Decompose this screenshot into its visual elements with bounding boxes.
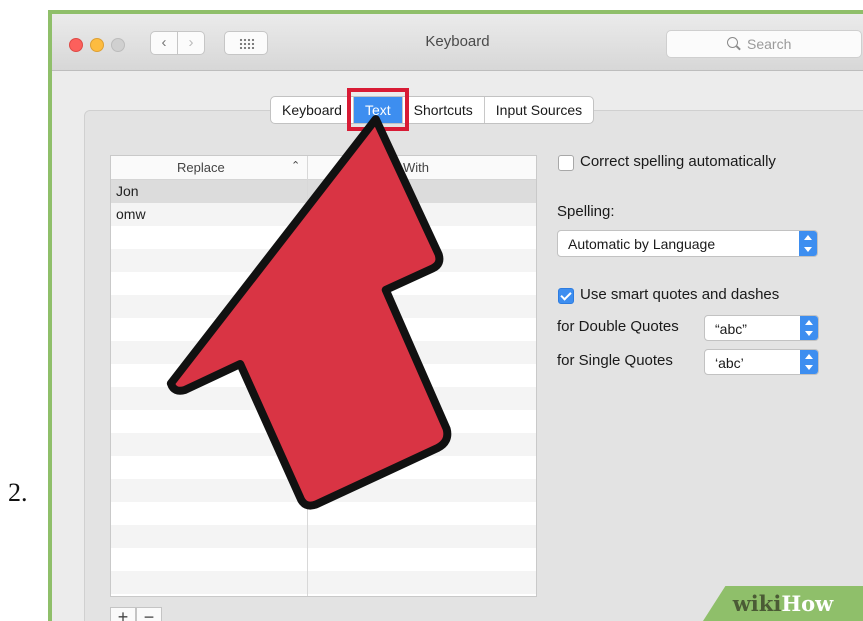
table-header: Replace ⌃ With: [111, 156, 536, 180]
wikihow-watermark: wikiHow: [703, 586, 863, 621]
search-placeholder: Search: [747, 36, 792, 52]
table-rows: Jon omw: [111, 180, 536, 596]
smart-quotes-label: Use smart quotes and dashes: [580, 286, 780, 303]
column-divider: [307, 156, 308, 596]
single-quotes-label: for Single Quotes: [557, 352, 673, 369]
step-number: 2.: [8, 478, 28, 507]
spelling-language-select[interactable]: Automatic by Language: [557, 230, 818, 257]
add-replacement-button[interactable]: +: [110, 607, 136, 621]
title-bar: ‹ › Keyboard Search: [52, 14, 863, 71]
double-quotes-label: for Double Quotes: [557, 318, 679, 335]
text-replacement-table: Replace ⌃ With Jon omw: [110, 155, 537, 597]
single-quotes-select[interactable]: ‘abc’: [704, 349, 819, 375]
column-header-replace[interactable]: Replace: [177, 160, 225, 175]
correct-spelling-checkbox[interactable]: [558, 155, 574, 171]
tab-shortcuts[interactable]: Shortcuts: [403, 97, 485, 123]
tab-text[interactable]: Text: [346, 88, 409, 131]
double-quotes-select[interactable]: “abc”: [704, 315, 819, 341]
search-icon: [727, 37, 738, 48]
column-header-with[interactable]: With: [403, 160, 429, 175]
keyboard-preferences-window: ‹ › Keyboard Search Keyboard Text Shortc…: [48, 10, 863, 621]
tab-text-label: Text: [364, 102, 391, 118]
cell-replace: omw: [116, 206, 146, 222]
search-field[interactable]: Search: [666, 30, 862, 58]
smart-quotes-checkbox[interactable]: [558, 288, 574, 304]
stepper-icon: [800, 316, 818, 340]
tab-keyboard[interactable]: Keyboard: [271, 97, 354, 123]
correct-spelling-label: Correct spelling automatically: [580, 153, 776, 170]
single-quotes-value: ‘abc’: [715, 355, 744, 371]
sort-ascending-icon: ⌃: [291, 160, 301, 172]
stepper-icon: [799, 231, 817, 256]
remove-replacement-button[interactable]: −: [136, 607, 162, 621]
cell-replace: Jon: [116, 183, 139, 199]
tab-bar: Keyboard Text Shortcuts Input Sources: [270, 88, 595, 131]
tab-input-sources[interactable]: Input Sources: [485, 97, 593, 123]
spelling-label: Spelling:: [557, 203, 615, 220]
double-quotes-value: “abc”: [715, 321, 747, 337]
spelling-language-value: Automatic by Language: [568, 236, 716, 252]
table-row[interactable]: Jon: [111, 180, 536, 203]
stepper-icon: [800, 350, 818, 374]
table-row[interactable]: omw: [111, 203, 536, 226]
